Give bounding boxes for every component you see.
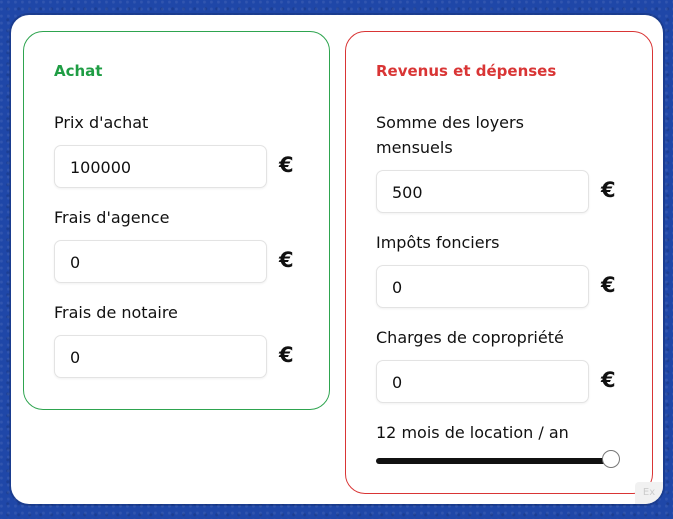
charges-label: Charges de copropriété bbox=[376, 328, 564, 347]
impots-input[interactable]: 0 bbox=[376, 265, 589, 308]
frais-agence-euro: € bbox=[279, 248, 294, 272]
charges-euro: € bbox=[601, 368, 616, 392]
corner-badge: Ex bbox=[635, 482, 663, 504]
prix-achat-input[interactable]: 100000 bbox=[54, 145, 267, 188]
prix-achat-euro: € bbox=[279, 153, 294, 177]
main-panel: Achat Prix d'achat 100000 € Frais d'agen… bbox=[11, 15, 663, 504]
frais-notaire-label: Frais de notaire bbox=[54, 303, 178, 322]
charges-input[interactable]: 0 bbox=[376, 360, 589, 403]
loyers-euro: € bbox=[601, 178, 616, 202]
impots-label: Impôts fonciers bbox=[376, 233, 500, 252]
frais-agence-label: Frais d'agence bbox=[54, 208, 170, 227]
location-slider-track[interactable] bbox=[376, 458, 611, 464]
frais-agence-input[interactable]: 0 bbox=[54, 240, 267, 283]
frais-notaire-input[interactable]: 0 bbox=[54, 335, 267, 378]
frais-notaire-euro: € bbox=[279, 343, 294, 367]
location-slider-thumb[interactable] bbox=[602, 450, 620, 468]
achat-card: Achat Prix d'achat 100000 € Frais d'agen… bbox=[23, 31, 330, 410]
loyers-input[interactable]: 500 bbox=[376, 170, 589, 213]
loyers-label: Somme des loyers mensuels bbox=[376, 113, 524, 157]
achat-title: Achat bbox=[54, 62, 103, 80]
revenus-card: Revenus et dépenses Somme des loyers men… bbox=[345, 31, 653, 494]
location-label: 12 mois de location / an bbox=[376, 423, 569, 442]
prix-achat-label: Prix d'achat bbox=[54, 113, 149, 132]
impots-euro: € bbox=[601, 273, 616, 297]
revenus-title: Revenus et dépenses bbox=[376, 62, 557, 80]
